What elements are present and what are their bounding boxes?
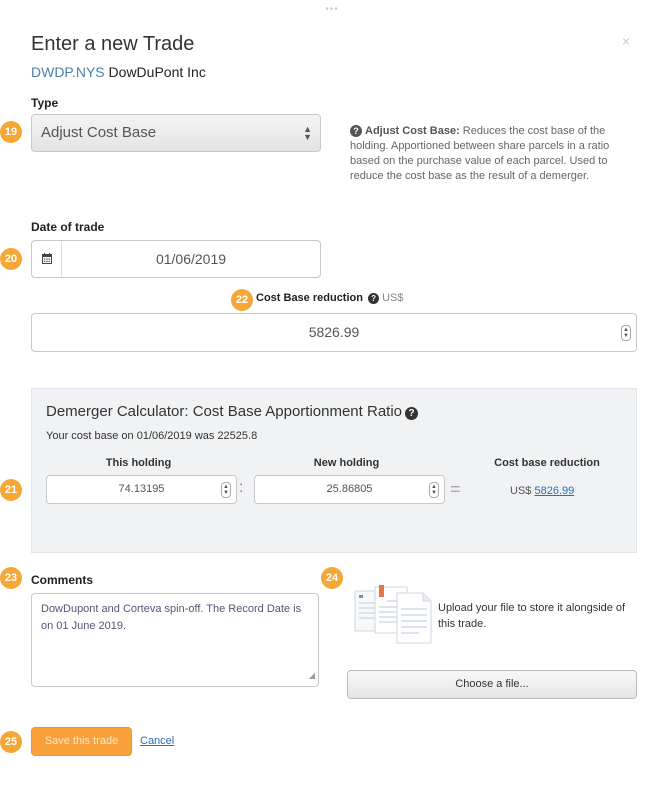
calculator-title: Demerger Calculator: Cost Base Apportion… <box>46 403 419 420</box>
trade-modal: ••• × Enter a new Trade DWDP.NYS DowDuPo… <box>0 0 667 786</box>
step-badge-upload: 24 <box>321 567 343 589</box>
step-badge-calculator: 21 <box>0 479 22 501</box>
question-icon[interactable]: ? <box>368 293 380 304</box>
resize-handle-icon[interactable]: ◢ <box>309 667 315 684</box>
save-trade-button[interactable]: Save this trade <box>31 727 132 756</box>
calculator-title-text: Demerger Calculator: Cost Base Apportion… <box>46 403 403 420</box>
cancel-link[interactable]: Cancel <box>140 735 174 747</box>
choose-file-button[interactable]: Choose a file... <box>347 670 637 699</box>
this-holding-input[interactable]: 74.13195 ▲ ▼ <box>46 475 237 504</box>
this-holding-header: This holding <box>105 457 172 469</box>
spinner-icon[interactable]: ▲ ▼ <box>429 482 439 498</box>
instrument-subtitle: DWDP.NYS DowDuPont Inc <box>31 64 206 80</box>
type-label: Type <box>31 96 59 110</box>
date-label: Date of trade <box>31 220 105 234</box>
drag-handle[interactable]: ••• <box>320 5 344 15</box>
step-badge-comments: 23 <box>0 567 22 589</box>
question-icon: ? <box>350 125 362 137</box>
result-currency: US$ <box>510 485 532 497</box>
ticker-code: DWDP.NYS <box>31 64 105 80</box>
spinner-icon[interactable]: ▲ ▼ <box>621 325 631 341</box>
cost-base-label-text: Cost Base reduction <box>256 292 363 304</box>
documents-icon <box>354 585 432 644</box>
this-holding-value: 74.13195 <box>118 483 165 495</box>
step-badge-cost-base: 22 <box>231 289 253 311</box>
result-value-link[interactable]: 5826.99 <box>534 485 574 497</box>
cost-base-currency: US$ <box>382 292 404 304</box>
calculator-result: US$ 5826.99 <box>510 485 574 497</box>
type-help-title: Adjust Cost Base: <box>365 125 460 137</box>
question-icon[interactable]: ? <box>405 407 419 420</box>
select-caret-icon: ▲ ▼ <box>303 124 312 142</box>
new-holding-header: New holding <box>313 457 380 469</box>
type-select[interactable]: Adjust Cost Base ▲ ▼ <box>31 114 321 152</box>
equals-sign: = <box>450 479 461 499</box>
calculator-subtitle: Your cost base on 01/06/2019 was 22525.8 <box>46 430 258 442</box>
comments-value: DowDupont and Corteva spin-off. The Reco… <box>41 603 302 632</box>
close-icon[interactable]: × <box>622 33 630 49</box>
modal-title: Enter a new Trade <box>31 33 195 55</box>
spinner-icon[interactable]: ▲ ▼ <box>221 482 231 498</box>
type-help-text: ? Adjust Cost Base: Reduces the cost base… <box>350 124 632 184</box>
comments-textarea[interactable]: DowDupont and Corteva spin-off. The Reco… <box>31 593 319 687</box>
cost-base-label: Cost Base reduction ? US$ <box>256 292 404 304</box>
comments-label: Comments <box>31 573 94 587</box>
company-name: DowDuPont Inc <box>108 64 206 80</box>
date-input-group[interactable]: 01/06/2019 <box>31 240 321 278</box>
step-badge-save: 25 <box>0 731 22 753</box>
new-holding-input[interactable]: 25.86805 ▲ ▼ <box>254 475 445 504</box>
step-badge-date: 20 <box>0 248 22 270</box>
cost-base-reduction-header: Cost base reduction <box>494 457 600 469</box>
upload-description: Upload your file to store it alongside o… <box>438 602 626 630</box>
ratio-colon: : <box>239 479 244 496</box>
step-badge-type: 19 <box>0 121 22 143</box>
calendar-icon[interactable] <box>32 241 62 277</box>
cost-base-input[interactable]: 5826.99 ▲ ▼ <box>31 313 637 352</box>
demerger-calculator: Demerger Calculator: Cost Base Apportion… <box>31 388 637 553</box>
type-select-value: Adjust Cost Base <box>41 124 157 141</box>
date-input[interactable]: 01/06/2019 <box>62 241 320 277</box>
cost-base-value: 5826.99 <box>308 324 360 340</box>
new-holding-value: 25.86805 <box>326 483 373 495</box>
